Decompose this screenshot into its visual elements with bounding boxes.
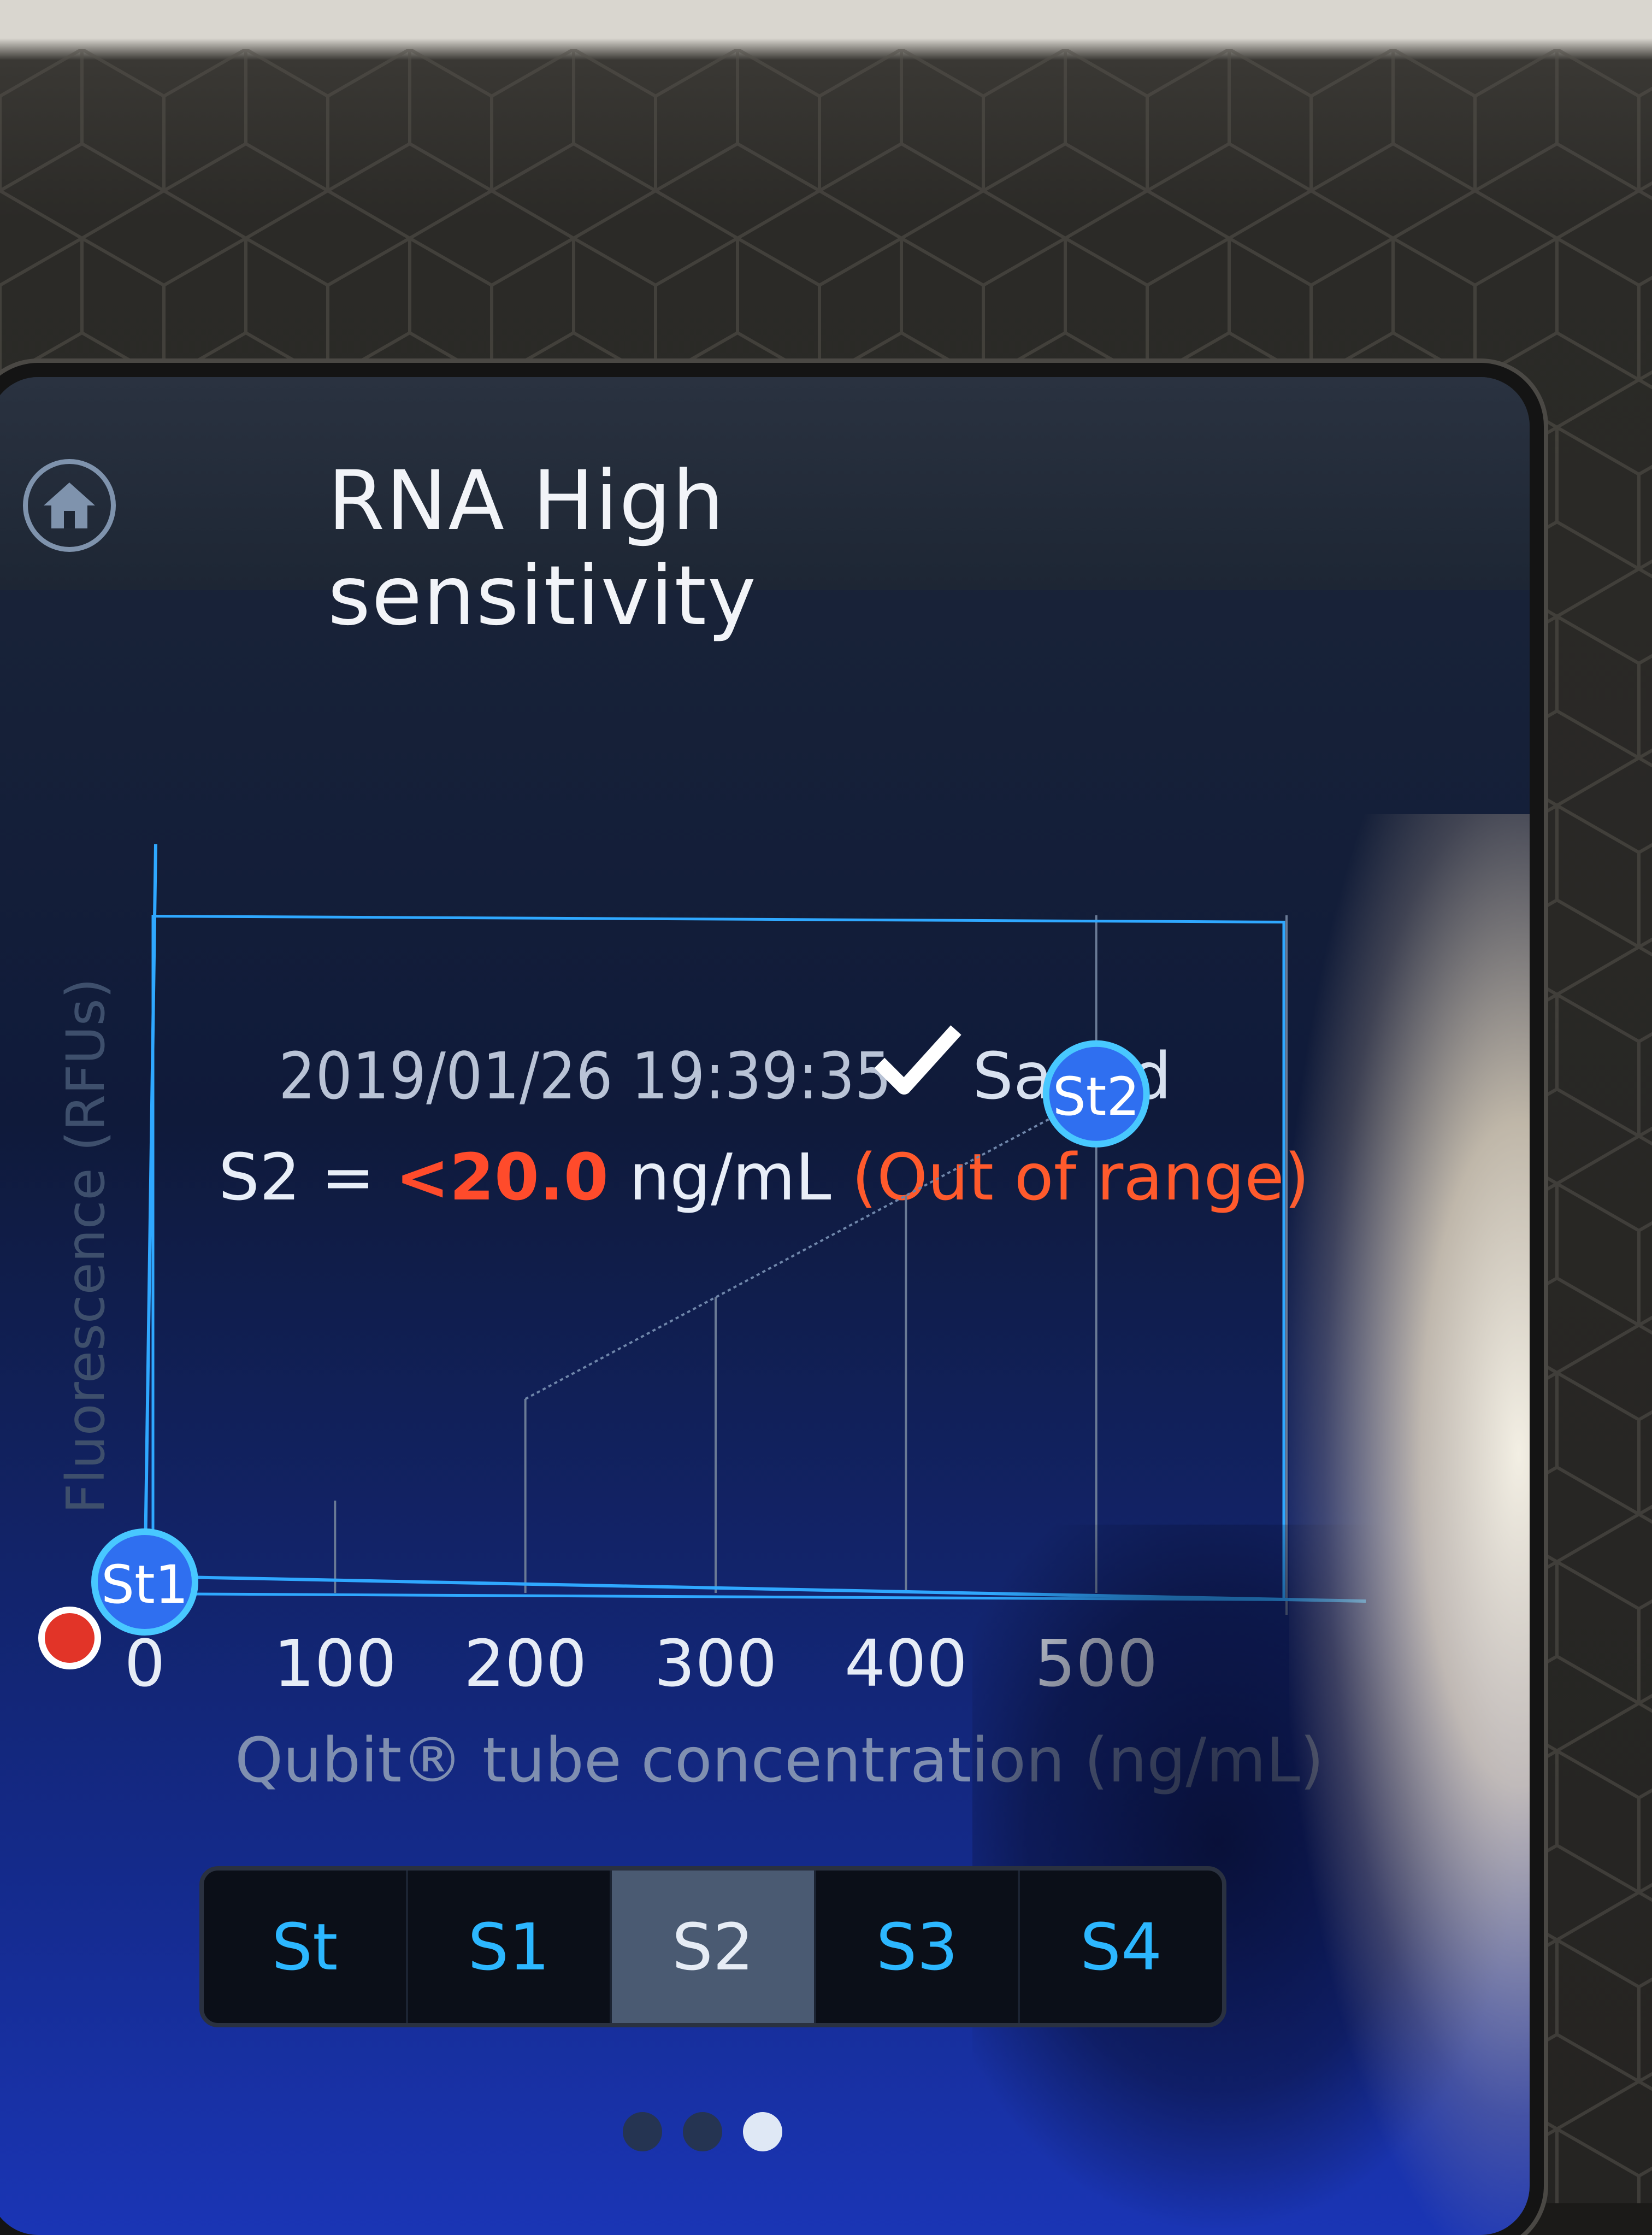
- data-point: St2: [1042, 1040, 1150, 1148]
- tab-s2[interactable]: S2: [612, 1871, 816, 2023]
- page-indicator: [623, 2112, 782, 2151]
- sample-tab-bar: St S1 S2 S3 S4: [199, 1866, 1226, 2027]
- page-dot[interactable]: [623, 2112, 662, 2151]
- trend-line: [524, 1093, 1097, 1400]
- red-status-indicator: [38, 1607, 101, 1669]
- page-dot[interactable]: [683, 2112, 722, 2151]
- x-tick-label: 300: [654, 1626, 777, 1701]
- x-tick-label: 200: [464, 1626, 587, 1701]
- tab-st[interactable]: St: [204, 1871, 408, 2023]
- data-point-label: St1: [101, 1554, 188, 1615]
- x-tick-label: 500: [1035, 1626, 1158, 1701]
- x-tick-label: 100: [274, 1626, 397, 1701]
- y-axis-label: Fluorescence (RFUs): [55, 978, 116, 1514]
- tab-s1[interactable]: S1: [408, 1871, 612, 2023]
- tab-s3[interactable]: S3: [816, 1871, 1020, 2023]
- tab-s4[interactable]: S4: [1020, 1871, 1222, 2023]
- data-point: St1: [91, 1528, 198, 1636]
- plot-frame: [151, 915, 1285, 1601]
- x-tick-label: 0: [124, 1626, 165, 1701]
- x-tick-label: 400: [845, 1626, 967, 1701]
- page-dot[interactable]: [743, 2112, 782, 2151]
- data-point-label: St2: [1053, 1066, 1140, 1127]
- x-axis-label: Qubit® tube concentration (ng/mL): [235, 1725, 1324, 1796]
